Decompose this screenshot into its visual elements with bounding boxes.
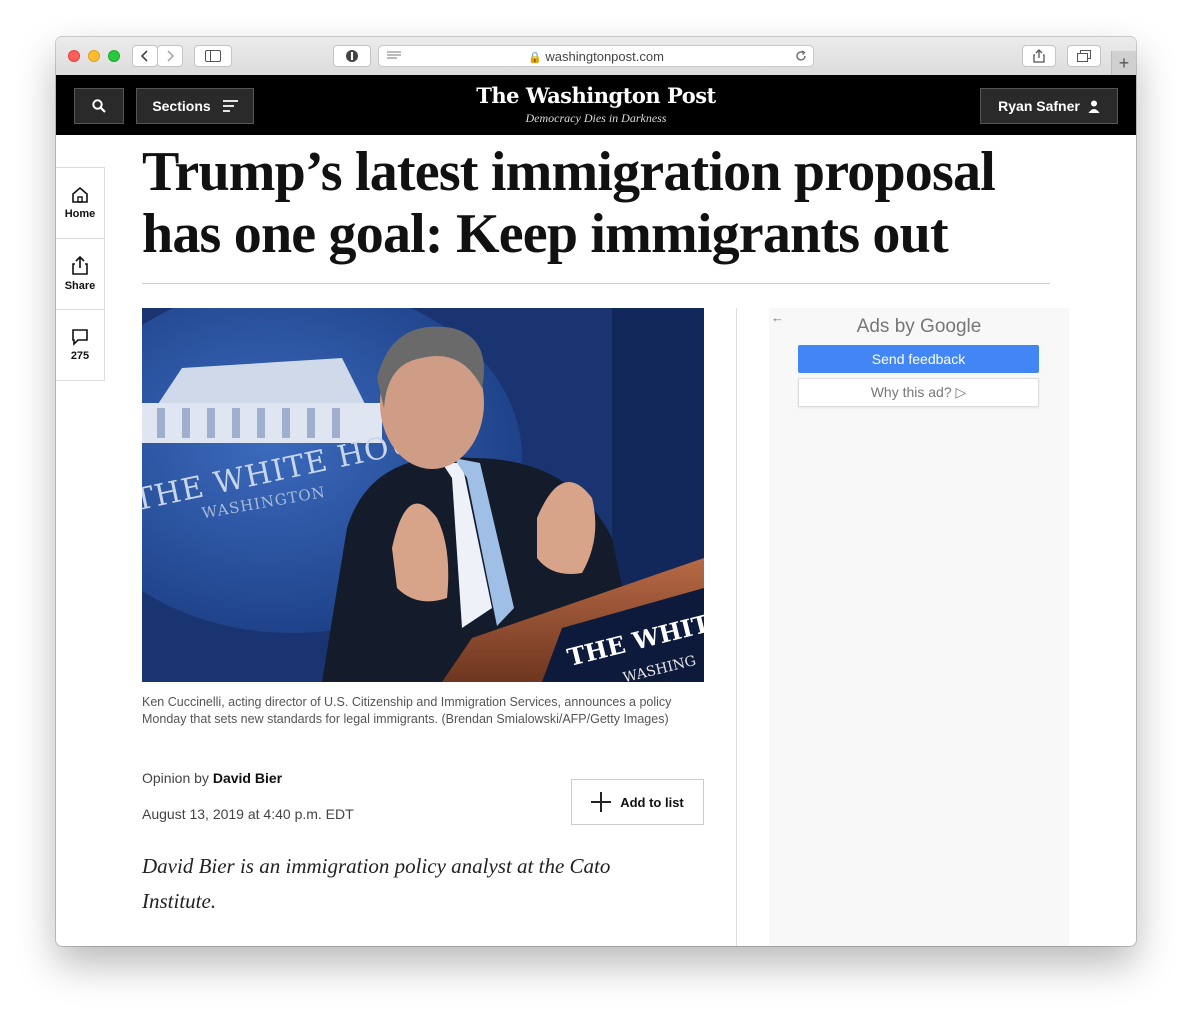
chevron-right-icon [167, 50, 175, 62]
reload-icon[interactable] [795, 50, 807, 62]
headline-divider [142, 283, 1050, 284]
add-to-list-label: Add to list [620, 794, 684, 810]
side-rail: Home Share 275 [56, 167, 106, 381]
photo-caption: Ken Cuccinelli, acting director of U.S. … [142, 695, 672, 726]
publish-date: August 13, 2019 at 4:40 p.m. EDT [142, 806, 354, 822]
new-tab-button[interactable]: + [1111, 51, 1136, 75]
privacy-extension-button[interactable] [333, 45, 371, 67]
url-text: washingtonpost.com [545, 49, 664, 64]
url-display: 🔒 washingtonpost.com [379, 49, 813, 64]
byline-prefix: Opinion by [142, 770, 209, 786]
browser-window: 🔒 washingtonpost.com + Sections The Wash… [56, 37, 1136, 946]
back-button[interactable] [132, 45, 158, 67]
article-headline: Trump’s latest immigration proposal has … [142, 141, 996, 265]
ad-slot: ← Ads by Google Send feedback Why this a… [769, 308, 1069, 946]
tabs-overview-button[interactable] [1067, 45, 1101, 67]
minimize-window-button[interactable] [88, 50, 100, 62]
why-this-ad-button[interactable]: Why this ad? ▷ [798, 378, 1039, 407]
site-header: Sections The Washington Post Democracy D… [56, 75, 1136, 135]
rail-home-button[interactable]: Home [56, 167, 105, 239]
ads-by-prefix: Ads by [856, 316, 915, 337]
add-to-list-button[interactable]: Add to list [571, 779, 704, 825]
send-feedback-button[interactable]: Send feedback [798, 345, 1039, 373]
close-window-button[interactable] [68, 50, 80, 62]
ads-by-google-label: Ads by Google [769, 316, 1069, 338]
sidebar-toggle-button[interactable] [194, 45, 232, 67]
account-button[interactable]: Ryan Safner [980, 88, 1118, 124]
google-brand: Google [920, 316, 982, 337]
plus-icon [591, 792, 612, 812]
article-photo: THE WHITE HOUSE WASHINGTON THE WHITE WAS… [142, 308, 704, 682]
column-divider [736, 308, 737, 946]
shield-icon [346, 50, 358, 62]
browser-toolbar: 🔒 washingtonpost.com + [56, 37, 1136, 76]
rail-comments-button[interactable]: 275 [56, 309, 105, 381]
plus-icon: + [1118, 52, 1130, 73]
address-bar[interactable]: 🔒 washingtonpost.com [378, 45, 814, 67]
lock-icon: 🔒 [528, 52, 542, 64]
author-link[interactable]: David Bier [213, 770, 282, 786]
forward-button[interactable] [157, 45, 183, 67]
share-icon [72, 256, 88, 275]
comments-count: 275 [70, 350, 90, 362]
chevron-left-icon [140, 50, 148, 62]
photo-illustration: THE WHITE HOUSE WASHINGTON THE WHITE WAS… [142, 308, 704, 682]
site-tagline: Democracy Dies in Darkness [525, 111, 667, 125]
share-label: Share [64, 280, 96, 292]
byline: Opinion by David Bier [142, 770, 282, 786]
share-toolbar-button[interactable] [1022, 45, 1056, 67]
comment-icon [72, 329, 88, 346]
home-label: Home [64, 208, 96, 220]
share-icon [1033, 49, 1045, 63]
sidebar-icon [205, 50, 221, 62]
rail-share-button[interactable]: Share [56, 238, 105, 310]
user-name: Ryan Safner [998, 98, 1080, 114]
tabs-icon [1077, 50, 1091, 62]
zoom-window-button[interactable] [108, 50, 120, 62]
user-icon [1088, 100, 1100, 113]
author-note: David Bier is an immigration policy anal… [142, 854, 611, 913]
site-logo[interactable]: The Washington Post [56, 83, 1136, 108]
home-icon [72, 186, 88, 203]
